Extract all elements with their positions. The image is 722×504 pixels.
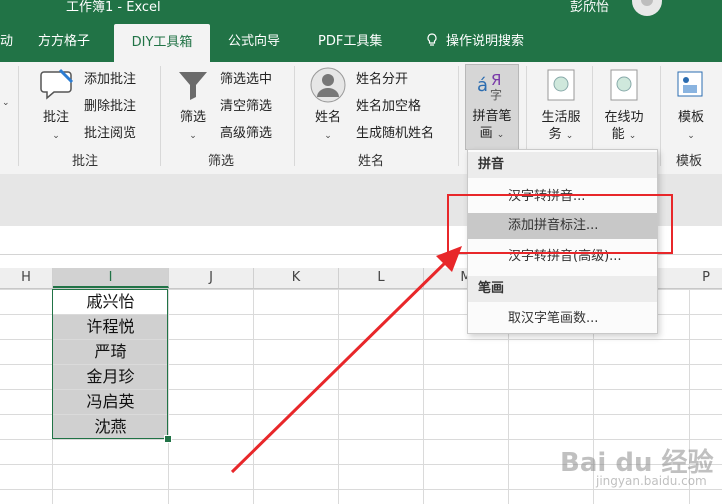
- ribbon-tab-row: 动 方方格子 DIY工具箱 公式向导 PDF工具集 操作说明搜索: [0, 22, 722, 62]
- search-label: 操作说明搜索: [446, 34, 525, 49]
- chevron-down-icon: ⌄: [496, 130, 505, 140]
- life-services-line2: 务: [548, 127, 562, 142]
- column-header-k[interactable]: K: [254, 268, 339, 288]
- template-icon: [677, 71, 703, 97]
- comment-button-label: 批注: [42, 110, 69, 125]
- add-comment-button[interactable]: 添加批注: [84, 68, 136, 87]
- online-functions-line2: 能: [611, 127, 625, 142]
- group-separator: [160, 66, 161, 166]
- chevron-down-icon: ⌄: [565, 131, 574, 141]
- pinyin-button-line2: 画: [479, 126, 493, 141]
- fill-handle[interactable]: [164, 435, 172, 443]
- tab-pdf-tools[interactable]: PDF工具集: [318, 22, 382, 62]
- online-functions-line1: 在线功: [604, 110, 644, 125]
- svg-text:Я: Я: [491, 71, 501, 89]
- highlight-box: [447, 194, 673, 254]
- tab-search[interactable]: 操作说明搜索: [426, 22, 524, 62]
- tab-fangfangezi[interactable]: 方方格子: [38, 22, 90, 62]
- pinyin-button-line1: 拼音笔: [472, 109, 512, 124]
- column-header-j[interactable]: J: [169, 268, 254, 288]
- comment-icon: [40, 68, 74, 100]
- chevron-down-icon: ⌄: [324, 131, 332, 141]
- tab-diy-toolbox[interactable]: DIY工具箱: [114, 24, 210, 62]
- random-name-button[interactable]: 生成随机姓名: [356, 122, 434, 141]
- watermark-url: jingyan.baidu.com: [596, 474, 707, 488]
- pinyin-stroke-button[interactable]: á Я 字 拼音笔 画 ⌄: [465, 64, 519, 150]
- advanced-filter-button[interactable]: 高级筛选: [220, 122, 272, 141]
- svg-text:á: á: [477, 75, 488, 96]
- grid-line: [168, 289, 169, 504]
- template-button[interactable]: 模板 ⌄: [668, 66, 714, 145]
- grid-line: [423, 289, 424, 504]
- person-icon: [310, 67, 346, 103]
- chevron-down-icon: ⌄: [687, 131, 695, 141]
- life-services-line1: 生活服: [541, 110, 581, 125]
- lightbulb-icon: [427, 33, 437, 46]
- view-comments-button[interactable]: 批注阅览: [84, 122, 136, 141]
- user-name[interactable]: 彭欣怡: [570, 0, 609, 15]
- menu-section-pinyin: 拼音: [468, 152, 657, 178]
- filter-selected-button[interactable]: 筛选选中: [220, 68, 272, 87]
- comment-big-button[interactable]: 批注 ⌄: [30, 66, 82, 145]
- filter-funnel-icon: [179, 72, 207, 100]
- template-button-label: 模板: [677, 110, 704, 125]
- column-header-i[interactable]: I: [53, 268, 169, 288]
- name-group-label: 姓名: [358, 154, 385, 169]
- filter-group-label: 筛选: [208, 154, 235, 169]
- window-title: 工作簿1 - Excel: [66, 0, 161, 15]
- filter-big-button[interactable]: 筛选 ⌄: [170, 66, 216, 145]
- user-avatar-icon[interactable]: [632, 0, 662, 16]
- online-functions-icon: [610, 69, 638, 101]
- name-add-space-button[interactable]: 姓名加空格: [356, 95, 421, 114]
- grid-line: [338, 289, 339, 504]
- delete-comment-button[interactable]: 删除批注: [84, 95, 136, 114]
- chevron-down-icon: ⌄: [2, 98, 10, 108]
- template-group-label: 模板: [676, 154, 703, 169]
- menu-section-stroke: 笔画: [468, 276, 657, 302]
- group-separator: [660, 66, 661, 166]
- filter-button-label: 筛选: [179, 110, 206, 125]
- clear-filter-button[interactable]: 清空筛选: [220, 95, 272, 114]
- group-separator: [458, 66, 459, 166]
- split-name-button[interactable]: 姓名分开: [356, 68, 408, 87]
- name-button-label: 姓名: [314, 110, 341, 125]
- svg-text:字: 字: [490, 87, 502, 102]
- chevron-down-icon: ⌄: [628, 131, 637, 141]
- group-separator: [18, 66, 19, 166]
- life-services-icon: [547, 69, 575, 101]
- name-big-button[interactable]: 姓名 ⌄: [304, 66, 352, 145]
- title-bar: 工作簿1 - Excel 彭欣怡: [0, 0, 722, 22]
- chevron-down-icon: ⌄: [52, 131, 60, 141]
- chevron-down-icon: ⌄: [189, 131, 197, 141]
- selection-border: [52, 289, 168, 439]
- tab-partial[interactable]: 动: [0, 22, 14, 62]
- pinyin-icon: á Я 字: [477, 71, 502, 102]
- grid-line: [253, 289, 254, 504]
- life-services-button[interactable]: 生活服 务 ⌄: [532, 66, 590, 145]
- tab-formula-wizard[interactable]: 公式向导: [228, 22, 280, 62]
- comments-group-label: 批注: [72, 154, 99, 169]
- menu-item-stroke-count[interactable]: 取汉字笔画数...: [468, 306, 657, 332]
- column-header-h[interactable]: H: [0, 268, 53, 288]
- online-functions-button[interactable]: 在线功 能 ⌄: [596, 66, 652, 145]
- column-header-l[interactable]: L: [339, 268, 424, 288]
- group-separator: [294, 66, 295, 166]
- column-header-p[interactable]: P: [690, 268, 722, 288]
